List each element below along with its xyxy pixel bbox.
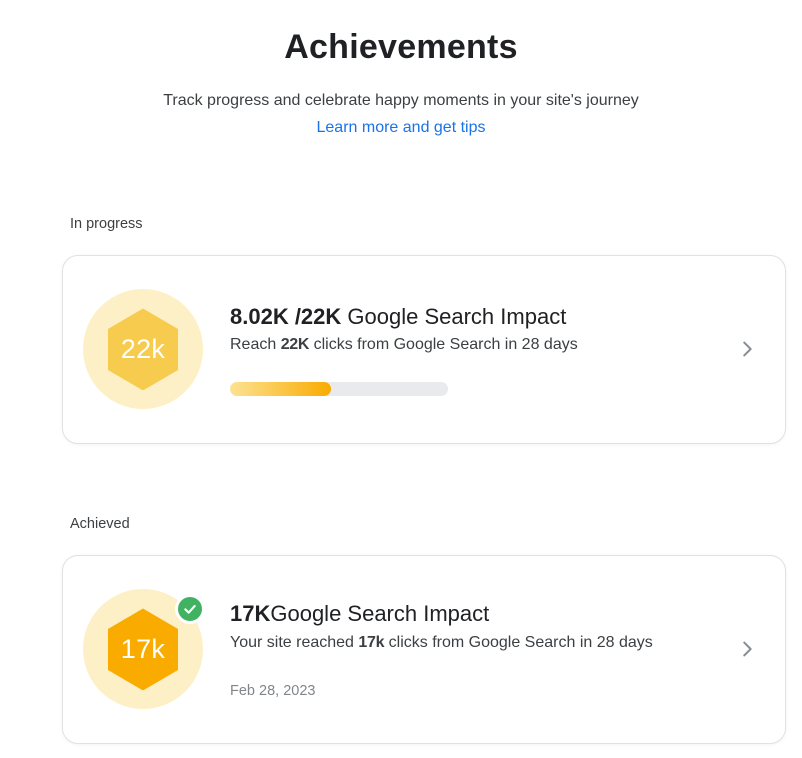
achieved-section: Achieved 17k 17KGoogle Search Impact — [62, 516, 786, 744]
hexagon-badge-icon: 17k — [108, 608, 178, 690]
checkmark-icon — [175, 594, 205, 624]
desc-prefix: Reach — [230, 336, 281, 353]
chevron-right-icon[interactable] — [735, 637, 759, 661]
page-subtitle: Track progress and celebrate happy momen… — [0, 91, 802, 110]
card-body: 8.02K /22K Google Search Impact Reach 22… — [230, 303, 723, 396]
card-title: 8.02K /22K Google Search Impact — [230, 303, 723, 331]
progress-bar — [230, 382, 448, 396]
desc-value: 17k — [358, 634, 384, 651]
achievement-badge-17k: 17k — [83, 589, 203, 709]
section-label-achieved: Achieved — [70, 516, 786, 532]
page-title: Achievements — [0, 27, 802, 68]
card-title-rest: Google Search Impact — [341, 304, 566, 329]
card-title-rest: Google Search Impact — [270, 601, 489, 626]
achievement-date: Feb 28, 2023 — [230, 683, 723, 699]
card-description: Reach 22K clicks from Google Search in 2… — [230, 335, 723, 356]
desc-value: 22K — [281, 336, 309, 353]
learn-more-link[interactable]: Learn more and get tips — [317, 119, 486, 137]
badge-halo: 22k — [83, 289, 203, 409]
achievement-card-in-progress[interactable]: 22k 8.02K /22K Google Search Impact Reac… — [62, 255, 786, 444]
card-body: 17KGoogle Search Impact Your site reache… — [230, 600, 723, 698]
progress-fill — [230, 382, 331, 396]
desc-suffix: clicks from Google Search in 28 days — [309, 336, 578, 353]
achievement-card-achieved[interactable]: 17k 17KGoogle Search Impact Your site re… — [62, 555, 786, 744]
section-label-in-progress: In progress — [70, 216, 786, 232]
card-title: 17KGoogle Search Impact — [230, 600, 723, 628]
desc-suffix: clicks from Google Search in 28 days — [384, 634, 653, 651]
hexagon-badge-icon: 22k — [108, 308, 178, 390]
desc-prefix: Your site reached — [230, 634, 358, 651]
achievement-badge-22k: 22k — [83, 289, 203, 409]
in-progress-section: In progress 22k 8.02K /22K Google Search… — [62, 216, 786, 444]
card-title-achieved-value: 17K — [230, 601, 270, 626]
badge-value: 17k — [121, 634, 165, 665]
card-title-progress-value: 8.02K /22K — [230, 304, 341, 329]
achievements-page: Achievements Track progress and celebrat… — [0, 0, 802, 758]
page-header: Achievements Track progress and celebrat… — [0, 0, 802, 137]
badge-value: 22k — [121, 334, 165, 365]
chevron-right-icon[interactable] — [735, 337, 759, 361]
card-description: Your site reached 17k clicks from Google… — [230, 633, 723, 654]
